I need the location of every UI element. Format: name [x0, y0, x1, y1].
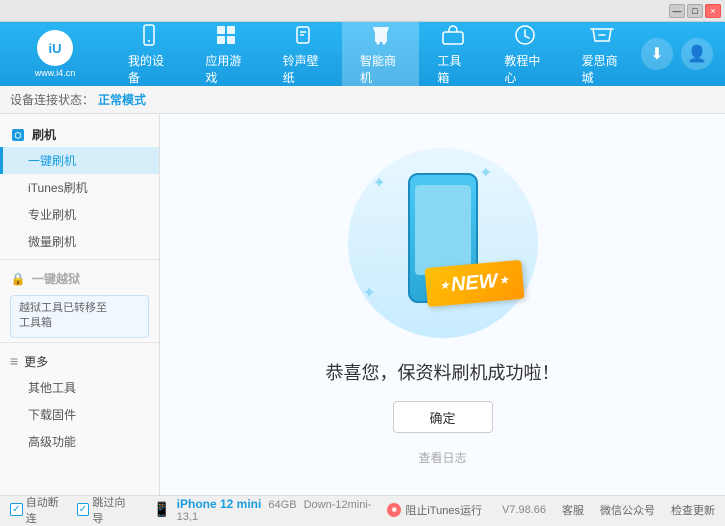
store-icon: [367, 22, 395, 48]
confirm-button[interactable]: 确定: [393, 401, 493, 433]
sidebar-group-flash: ⬡ 刷机: [0, 120, 159, 147]
nav-apps-games[interactable]: 应用游戏: [187, 22, 264, 86]
success-title: 恭喜您，保资料刷机成功啦！: [326, 359, 560, 385]
logo: iU www.i4.cn: [0, 30, 110, 78]
more-label: 更多: [24, 353, 48, 370]
bottom-bar: 自动断连 跳过向导 📱 iPhone 12 mini 64GB Down-12m…: [0, 495, 725, 523]
profile-button[interactable]: 👤: [681, 38, 713, 70]
success-card: ✦ ✦ ✦ NEW 恭喜您，保资料刷机成功啦！ 确定 查看日志: [326, 143, 560, 466]
sidebar-group-more: ≡ 更多: [0, 347, 159, 374]
title-bar: — □ ×: [0, 0, 725, 22]
stop-itunes-button[interactable]: ■ 阻止iTunes运行: [387, 502, 482, 518]
status-label: 设备连接状态：: [10, 91, 94, 108]
toolbox-icon: [439, 22, 467, 48]
new-badge: NEW: [424, 260, 524, 307]
nav-ringtones-label: 铃声壁纸: [283, 52, 324, 86]
sidebar-item-other-tools[interactable]: 其他工具: [0, 374, 159, 401]
sidebar-item-download-firmware[interactable]: 下载固件: [0, 401, 159, 428]
device-name: iPhone 12 mini: [177, 497, 262, 511]
nav-items: 我的设备 应用游戏 铃声壁纸 智能商机 工具箱: [110, 22, 641, 86]
logo-icon: iU: [37, 30, 73, 66]
customer-service-link[interactable]: 客服: [562, 502, 584, 518]
flash-group-label: 刷机: [32, 126, 56, 143]
apps-icon: [212, 22, 240, 48]
again-link[interactable]: 查看日志: [418, 449, 466, 466]
sidebar-item-advanced[interactable]: 高级功能: [0, 428, 159, 455]
ringtone-icon: [289, 22, 317, 48]
stop-itunes-label: 阻止iTunes运行: [405, 502, 482, 518]
more-icon: ≡: [10, 353, 18, 369]
sidebar-item-itunes-flash[interactable]: iTunes刷机: [0, 174, 159, 201]
sidebar-item-pro-flash[interactable]: 专业刷机: [0, 201, 159, 228]
phone-screen: [415, 185, 471, 275]
maximize-button[interactable]: □: [687, 4, 703, 18]
checkbox-auto-close[interactable]: 自动断连: [10, 494, 69, 526]
close-button[interactable]: ×: [705, 4, 721, 18]
divider-2: [0, 342, 159, 343]
device-storage: 64GB: [268, 499, 296, 511]
nav-think-store[interactable]: 爱思商城: [564, 22, 641, 86]
content-area: ✦ ✦ ✦ NEW 恭喜您，保资料刷机成功啦！ 确定 查看日志: [160, 114, 725, 495]
top-nav: iU www.i4.cn 我的设备 应用游戏 铃声壁纸: [0, 22, 725, 86]
divider-1: [0, 259, 159, 260]
nav-tutorial[interactable]: 教程中心: [486, 22, 563, 86]
version-label: V7.98.66: [502, 504, 546, 516]
checkbox-skip-wizard[interactable]: 跳过向导: [77, 494, 136, 526]
phone-illustration: ✦ ✦ ✦ NEW: [343, 143, 543, 343]
sparkle-1: ✦: [373, 173, 386, 193]
jailbreak-icon: 🔒: [10, 271, 26, 287]
status-value: 正常模式: [98, 91, 146, 108]
device-icon-small: 📱: [153, 501, 170, 518]
nav-my-device[interactable]: 我的设备: [110, 22, 187, 86]
bottom-left: 自动断连 跳过向导 📱 iPhone 12 mini 64GB Down-12m…: [10, 494, 387, 526]
nav-ringtones[interactable]: 铃声壁纸: [265, 22, 342, 86]
nav-right: ⬇ 👤: [641, 38, 725, 70]
status-bar: 设备连接状态： 正常模式: [0, 86, 725, 114]
sidebar-group-jailbreak: 🔒 一键越狱: [0, 264, 159, 291]
sparkle-2: ✦: [479, 163, 492, 183]
skip-wizard-checkbox[interactable]: [77, 503, 90, 516]
tutorial-icon: [511, 22, 539, 48]
check-update-link[interactable]: 检查更新: [671, 502, 715, 518]
stop-icon: ■: [387, 503, 401, 517]
auto-close-label: 自动断连: [26, 494, 69, 526]
shop-icon: [588, 22, 616, 48]
nav-toolbox-label: 工具箱: [437, 52, 468, 86]
device-info: 📱 iPhone 12 mini 64GB Down-12mini-13,1: [153, 497, 387, 523]
bottom-right: V7.98.66 客服 微信公众号 检查更新: [502, 502, 715, 518]
nav-toolbox[interactable]: 工具箱: [419, 22, 486, 86]
main-area: ⬡ 刷机 一键刷机 iTunes刷机 专业刷机 微量刷机 🔒 一键越狱 越狱工具…: [0, 114, 725, 495]
nav-apps-label: 应用游戏: [205, 52, 246, 86]
logo-subtitle: www.i4.cn: [35, 68, 76, 78]
skip-wizard-label: 跳过向导: [92, 494, 135, 526]
flash-group-icon: ⬡: [10, 127, 26, 143]
device-icon: [135, 22, 163, 48]
sidebar-item-backup-flash[interactable]: 微量刷机: [0, 228, 159, 255]
svg-text:⬡: ⬡: [15, 131, 22, 140]
sidebar-item-one-click-flash[interactable]: 一键刷机: [0, 147, 159, 174]
jailbreak-label: 一键越狱: [32, 270, 80, 287]
sparkle-3: ✦: [363, 283, 376, 303]
device-details: iPhone 12 mini 64GB Down-12mini-13,1: [177, 497, 388, 523]
download-button[interactable]: ⬇: [641, 38, 673, 70]
nav-my-device-label: 我的设备: [128, 52, 169, 86]
minimize-button[interactable]: —: [669, 4, 685, 18]
nav-think-store-label: 爱思商城: [582, 52, 623, 86]
nav-smart-store-label: 智能商机: [360, 52, 401, 86]
wechat-official-link[interactable]: 微信公众号: [600, 502, 655, 518]
nav-tutorial-label: 教程中心: [504, 52, 545, 86]
nav-smart-store[interactable]: 智能商机: [342, 22, 419, 86]
auto-close-checkbox[interactable]: [10, 503, 23, 516]
jailbreak-notice: 越狱工具已转移至工具箱: [10, 295, 149, 338]
sidebar: ⬡ 刷机 一键刷机 iTunes刷机 专业刷机 微量刷机 🔒 一键越狱 越狱工具…: [0, 114, 160, 495]
